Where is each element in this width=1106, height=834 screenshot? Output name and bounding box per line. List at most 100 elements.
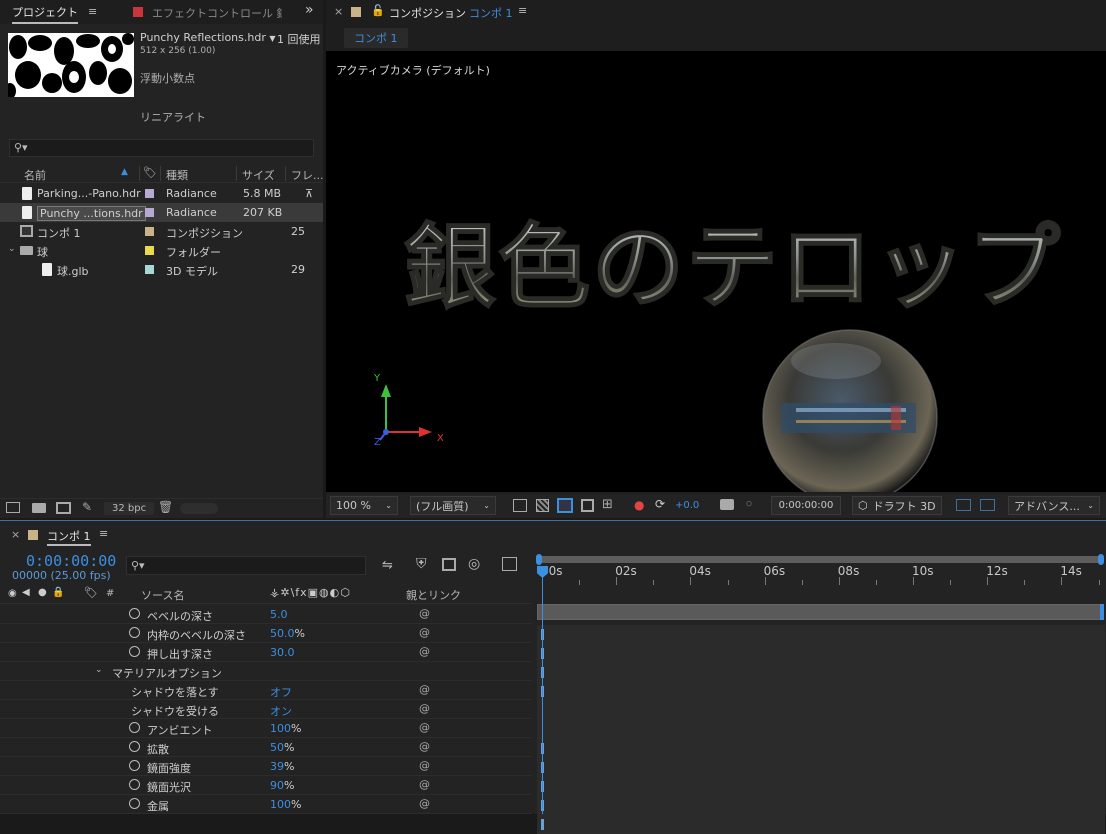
stopwatch-icon[interactable]: [129, 646, 140, 657]
graph-editor-icon[interactable]: [502, 557, 517, 571]
property-value[interactable]: 5.0: [270, 608, 288, 621]
close-icon[interactable]: ×: [11, 528, 20, 541]
property-value[interactable]: オフ: [270, 684, 292, 700]
expression-pickwhip-icon[interactable]: @: [419, 759, 430, 772]
close-icon[interactable]: ×: [334, 5, 343, 18]
project-item[interactable]: 球.glb 3D モデル 29: [0, 260, 323, 279]
stopwatch-icon[interactable]: [129, 722, 140, 733]
property-row[interactable]: 押し出す深さ30.0@@: [0, 643, 532, 662]
draft-3d-icon[interactable]: ⛨: [416, 556, 427, 572]
keyframe-row[interactable]: [537, 796, 1105, 815]
project-search-input[interactable]: ⚲▾: [9, 139, 314, 157]
work-area-bar[interactable]: [537, 556, 1101, 563]
property-value[interactable]: 90%: [270, 779, 294, 792]
work-area-end[interactable]: [1098, 554, 1104, 565]
keyframe-row[interactable]: [537, 625, 1105, 644]
expression-pickwhip-icon[interactable]: @: [419, 607, 430, 620]
caret-down-icon[interactable]: ▼: [269, 34, 275, 43]
property-value[interactable]: 50%: [270, 741, 294, 754]
panel-menu-icon[interactable]: ≡: [88, 5, 97, 18]
3d-extended-view-icon[interactable]: [980, 499, 995, 511]
col-type[interactable]: 種類: [166, 167, 188, 183]
comp-viewer[interactable]: アクティブカメラ (デフォルト) 銀色のテロップ Y X Z: [326, 51, 1106, 492]
item-label-swatch[interactable]: [145, 246, 154, 255]
property-row[interactable]: 鏡面強度 39% @: [0, 757, 532, 776]
expression-pickwhip-icon[interactable]: @: [419, 645, 430, 658]
property-value-number[interactable]: オフ: [270, 686, 292, 699]
stopwatch-icon[interactable]: [129, 779, 140, 790]
mask-path-icon[interactable]: [557, 498, 573, 513]
adjust-icon[interactable]: ✎: [82, 500, 92, 514]
region-of-interest-icon[interactable]: [581, 499, 594, 512]
keyframe-row[interactable]: [537, 663, 1105, 682]
layer-duration-end[interactable]: [1100, 604, 1104, 620]
draft3d-button[interactable]: ⬡ ドラフト 3D: [852, 496, 942, 515]
expression-pickwhip-icon[interactable]: @: [419, 778, 430, 791]
keyframe-row[interactable]: [537, 815, 1105, 834]
expression-pickwhip-icon[interactable]: @: [419, 797, 430, 810]
keyframe-row[interactable]: [537, 720, 1105, 739]
reset-exposure-icon[interactable]: ⟳: [655, 497, 665, 511]
transparency-grid-icon[interactable]: [536, 499, 549, 512]
property-value-number[interactable]: 30.0: [270, 646, 295, 659]
col-frame[interactable]: フレ...: [291, 167, 324, 183]
new-composition-icon[interactable]: [56, 502, 71, 514]
panel-menu-icon[interactable]: ≡: [518, 4, 527, 17]
col-parent-link[interactable]: 親とリンク: [406, 587, 461, 603]
col-divider[interactable]: [236, 166, 237, 181]
keyframe-row[interactable]: [537, 739, 1105, 758]
item-label-swatch[interactable]: [145, 189, 154, 198]
keyframe-row[interactable]: [537, 758, 1105, 777]
lock-icon[interactable]: 🔓: [371, 4, 385, 17]
property-value-number[interactable]: オン: [270, 705, 292, 718]
property-row[interactable]: シャドウを受ける オン @: [0, 700, 532, 719]
current-time-indicator[interactable]: [542, 566, 543, 814]
quality-select[interactable]: (フル画質) ⌄: [410, 496, 496, 515]
expression-pickwhip-icon[interactable]: @: [419, 702, 430, 715]
stopwatch-icon[interactable]: [129, 741, 140, 752]
expression-pickwhip-icon[interactable]: @: [419, 626, 430, 639]
audio-icon[interactable]: ◀: [22, 587, 30, 598]
property-row[interactable]: 拡散 50% @: [0, 738, 532, 757]
camera-snapshot-icon[interactable]: [720, 499, 734, 510]
property-row[interactable]: ベベルの深さ5.0@@: [0, 605, 532, 624]
timecode-field[interactable]: 0:00:00:00: [771, 496, 841, 515]
tab-composition[interactable]: コンポジション: [389, 5, 466, 21]
stopwatch-icon[interactable]: [129, 798, 140, 809]
expression-pickwhip-icon[interactable]: @: [419, 721, 430, 734]
zoom-select[interactable]: 100 % ⌄: [330, 496, 398, 515]
keyframe-row[interactable]: [537, 682, 1105, 701]
exposure-value[interactable]: +0.0: [675, 500, 699, 511]
dependency-icon[interactable]: ⊼: [305, 187, 313, 200]
property-value[interactable]: 50.0%: [270, 627, 305, 640]
grid-guide-icon[interactable]: ⊞: [602, 497, 613, 512]
overflow-chevron-icon[interactable]: »: [305, 2, 314, 18]
tab-comp-name[interactable]: コンポ 1: [469, 5, 513, 21]
comp-mini-flowchart-icon[interactable]: ⇋: [382, 558, 393, 573]
item-label-swatch[interactable]: [145, 265, 154, 274]
tab-effect-controls[interactable]: エフェクトコントロール 銀: [152, 5, 282, 21]
interpret-footage-icon[interactable]: [6, 502, 20, 513]
property-value[interactable]: 30.0: [270, 646, 295, 659]
keyframe-row[interactable]: [537, 644, 1105, 663]
stopwatch-icon[interactable]: [129, 760, 140, 771]
project-item[interactable]: Punchy ...tions.hdr Radiance 207 KB: [0, 203, 323, 222]
lock-icon[interactable]: 🔒: [52, 587, 64, 598]
breadcrumb-comp[interactable]: コンポ 1: [344, 28, 408, 48]
property-value[interactable]: 100%: [270, 722, 301, 735]
expression-pickwhip-icon[interactable]: @: [419, 740, 430, 753]
property-value[interactable]: オン: [270, 703, 292, 719]
property-value-number[interactable]: 39: [270, 760, 284, 773]
tab-timeline-comp[interactable]: コンポ 1: [47, 528, 91, 546]
project-item[interactable]: ⌄ 球 フォルダー: [0, 241, 323, 260]
col-source-name[interactable]: ソース名: [141, 587, 184, 603]
property-value-number[interactable]: 100: [270, 798, 291, 811]
property-value-number[interactable]: 90: [270, 779, 284, 792]
time-ruler[interactable]: 00s 02s 04s 06s 08s 10s 12s 14s: [534, 564, 1106, 586]
property-row[interactable]: 鏡面光沢 90% @: [0, 776, 532, 795]
item-label-swatch[interactable]: [145, 227, 154, 236]
item-label-swatch[interactable]: [145, 208, 154, 217]
col-divider[interactable]: [285, 166, 286, 181]
property-row[interactable]: ⌄ マテリアルオプション: [0, 662, 532, 681]
property-value[interactable]: 39%: [270, 760, 294, 773]
